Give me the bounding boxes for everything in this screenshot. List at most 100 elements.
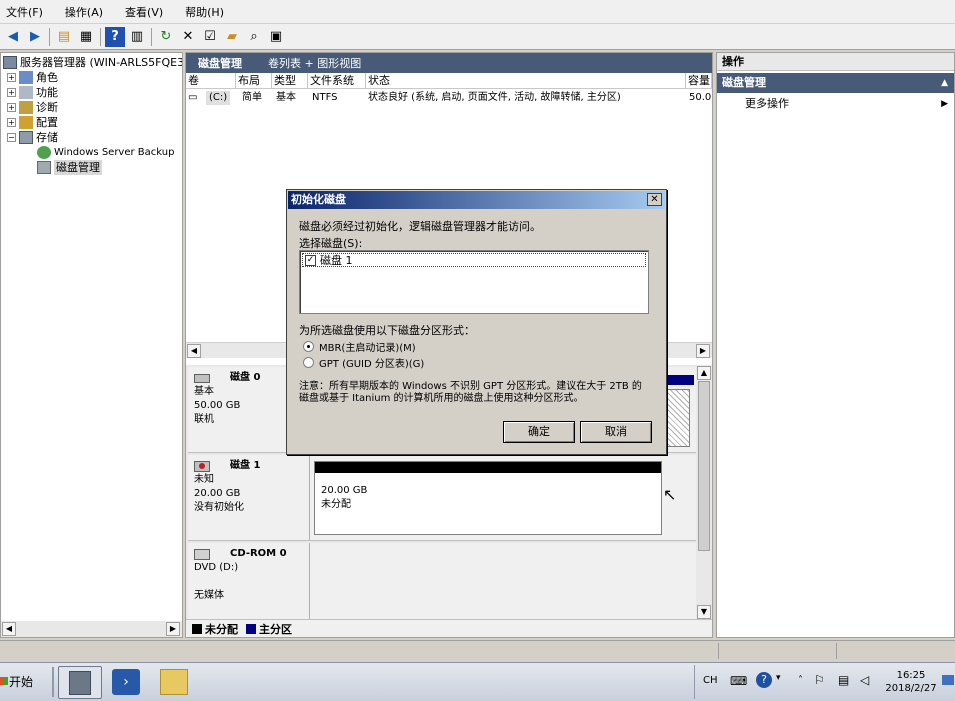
submenu-arrow-icon: ▶: [941, 99, 948, 109]
unallocated-bar: [315, 462, 661, 473]
hard-disk-icon: [194, 373, 210, 383]
gpt-option[interactable]: GPT (GUID 分区表)(G): [303, 355, 424, 370]
dialog-title-bar[interactable]: 初始化磁盘: [288, 191, 665, 209]
options-icon[interactable]: ▾: [776, 673, 781, 683]
scroll-right-icon[interactable]: ▶: [166, 622, 180, 636]
unallocated-partition[interactable]: 20.00 GB 未分配: [314, 461, 662, 535]
refresh-icon[interactable]: ↻: [156, 27, 176, 47]
partition-state: 未分配: [321, 499, 351, 510]
start-button[interactable]: 开始: [0, 667, 38, 695]
network-icon[interactable]: ▤: [838, 673, 849, 687]
disk-info: 磁盘 1 未知 20.00 GB 没有初始化: [188, 455, 310, 540]
list-item[interactable]: ✓ 磁盘 1: [302, 253, 646, 267]
volume-muted-icon[interactable]: ◁: [860, 673, 869, 687]
dialog-title: 初始化磁盘: [291, 193, 346, 206]
cdrom-icon: [194, 548, 210, 560]
menu-help[interactable]: 帮助(H): [185, 4, 224, 20]
column-header[interactable]: 卷: [186, 73, 236, 89]
taskbar: 开始 › CH ⌨ ? ▾ ˄ ⚐ ▤ ◁ 16:25 2018/2/27: [0, 662, 955, 701]
expand-icon[interactable]: +: [7, 103, 16, 112]
delete-icon[interactable]: ✕: [178, 27, 198, 47]
taskbar-divider: [52, 667, 54, 697]
collapse-icon[interactable]: −: [7, 133, 16, 142]
column-header[interactable]: 类型: [272, 73, 308, 89]
tree-root[interactable]: 服务器管理器 (WIN-ARLS5FQE3R: [3, 55, 182, 70]
disk-item-label: 磁盘 1: [320, 254, 353, 267]
tree-item-config[interactable]: + 配置: [7, 115, 58, 130]
unallocated-swatch: [192, 623, 202, 634]
open-folder-icon[interactable]: ▰: [222, 27, 242, 47]
disk-row-1[interactable]: 磁盘 1 未知 20.00 GB 没有初始化 20.00 GB 未分配: [188, 455, 696, 541]
scroll-up-icon[interactable]: ▲: [697, 366, 711, 380]
disk-row-cdrom[interactable]: CD-ROM 0 DVD (D:) 无媒体: [188, 543, 696, 621]
disk-kind: 未知: [194, 474, 214, 485]
radio-selected-icon[interactable]: [303, 341, 314, 352]
disk-icon: [37, 161, 51, 174]
collapse-icon[interactable]: ▲: [941, 73, 948, 93]
explorer-icon[interactable]: [160, 669, 188, 695]
storage-icon: [19, 131, 33, 144]
disk-listbox[interactable]: ✓ 磁盘 1: [299, 250, 649, 314]
scroll-thumb[interactable]: [698, 381, 710, 551]
more-actions-item[interactable]: 更多操作 ▶: [717, 95, 954, 113]
mbr-option[interactable]: MBR(主启动记录)(M): [303, 339, 416, 354]
help-icon[interactable]: ?: [756, 672, 772, 688]
radio-unselected-icon[interactable]: [303, 357, 314, 368]
clock[interactable]: 16:25 2018/2/27: [882, 669, 940, 695]
scroll-left-icon[interactable]: ◀: [2, 622, 16, 636]
tree-hscrollbar[interactable]: ◀ ▶: [1, 621, 182, 637]
tree-item-label: 诊断: [36, 101, 58, 114]
tree-item-label: 磁盘管理: [54, 160, 102, 175]
settings-icon[interactable]: ▣: [266, 27, 286, 47]
help-icon[interactable]: ?: [105, 26, 125, 47]
scroll-down-icon[interactable]: ▼: [697, 605, 711, 619]
status-divider: [836, 643, 837, 659]
tree-item-storage[interactable]: − 存储: [7, 130, 58, 145]
show-desktop-button[interactable]: [942, 675, 954, 685]
expand-icon[interactable]: +: [7, 88, 16, 97]
column-header[interactable]: 布局: [236, 73, 272, 89]
search-icon[interactable]: ⌕: [244, 27, 264, 47]
tree-item-diagnostics[interactable]: + 诊断: [7, 100, 58, 115]
forward-icon[interactable]: ▶: [25, 27, 45, 47]
expand-icon[interactable]: +: [7, 73, 16, 82]
menu-bar: 文件(F) 操作(A) 查看(V) 帮助(H): [0, 0, 955, 24]
keyboard-icon[interactable]: ⌨: [730, 674, 747, 688]
menu-view[interactable]: 查看(V): [125, 4, 163, 20]
column-header[interactable]: 状态: [366, 73, 686, 89]
table-row[interactable]: ▭ (C:) 简单 基本 NTFS 状态良好 (系统, 启动, 页面文件, 活动…: [186, 91, 712, 106]
server-manager-taskbar-button[interactable]: [58, 666, 102, 699]
show-hide-tree-icon[interactable]: ▦: [76, 27, 96, 47]
actions-section-header[interactable]: 磁盘管理 ▲: [717, 73, 954, 93]
status-divider: [718, 643, 719, 659]
tree-item-label: Windows Server Backup: [54, 147, 175, 158]
tree-item-disk-management[interactable]: 磁盘管理: [37, 160, 102, 175]
checkbox-checked-icon[interactable]: ✓: [305, 254, 316, 266]
config-icon: [19, 116, 33, 129]
back-icon[interactable]: ◀: [3, 27, 23, 47]
actions-section-label: 磁盘管理: [722, 76, 766, 89]
tree-item-roles[interactable]: + 角色: [7, 70, 58, 85]
tree-item-features[interactable]: + 功能: [7, 85, 58, 100]
scroll-right-icon[interactable]: ▶: [696, 344, 710, 358]
show-hidden-icons[interactable]: ˄: [798, 675, 803, 686]
ok-button[interactable]: 确定: [503, 421, 575, 443]
flag-icon[interactable]: ⚐: [814, 673, 825, 687]
disk-info: CD-ROM 0 DVD (D:) 无媒体: [188, 543, 310, 620]
expand-icon[interactable]: +: [7, 118, 16, 127]
properties-icon[interactable]: ▥: [127, 27, 147, 47]
menu-action[interactable]: 操作(A): [65, 4, 103, 20]
tree-item-backup[interactable]: Windows Server Backup: [37, 145, 174, 160]
close-icon[interactable]: ✕: [647, 193, 662, 206]
column-header[interactable]: 文件系统: [308, 73, 366, 89]
checklist-icon[interactable]: ☑: [200, 27, 220, 47]
menu-file[interactable]: 文件(F): [6, 4, 43, 20]
up-folder-icon[interactable]: ▤: [54, 27, 74, 47]
cancel-button[interactable]: 取消: [580, 421, 652, 443]
scroll-left-icon[interactable]: ◀: [187, 344, 201, 358]
language-indicator[interactable]: CH: [703, 675, 718, 686]
column-header[interactable]: 容量: [686, 73, 712, 89]
powershell-icon[interactable]: ›: [112, 669, 140, 695]
toolbar: ◀ ▶ ▤ ▦ ? ▥ ↻ ✕ ☑ ▰ ⌕ ▣: [0, 24, 955, 50]
disk-vscrollbar[interactable]: ▲ ▼: [696, 365, 712, 621]
